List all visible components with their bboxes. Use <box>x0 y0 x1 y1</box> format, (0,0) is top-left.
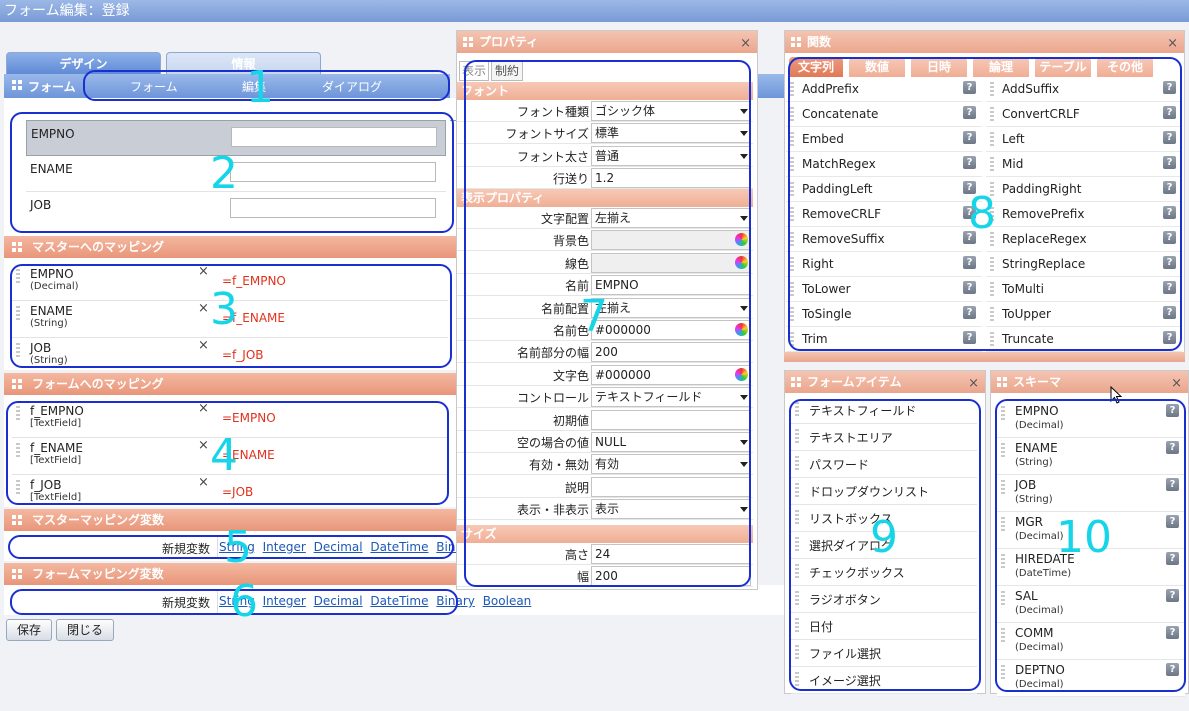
grip-icon <box>463 37 473 47</box>
grip-icon <box>997 377 1007 387</box>
form-items-header[interactable]: フォームアイテム × <box>785 371 985 393</box>
master-mapping-header: マスターへのマッピング <box>4 236 456 258</box>
annotation-number: 4 <box>210 430 238 481</box>
grip-icon <box>12 569 22 579</box>
grip-icon <box>791 377 801 387</box>
grip-icon <box>12 379 22 389</box>
close-icon[interactable]: × <box>1171 373 1182 395</box>
annotation-number: 9 <box>870 512 898 563</box>
master-vars-title: マスターマッピング変数 <box>32 513 165 527</box>
add-boolean-var-link[interactable]: Boolean <box>483 594 532 608</box>
annotation-number: 10 <box>1056 512 1112 563</box>
form-mapping-header: フォームへのマッピング <box>4 373 456 395</box>
annotation-number: 6 <box>230 576 258 627</box>
form-mapping-title: フォームへのマッピング <box>32 377 164 391</box>
close-icon[interactable]: × <box>740 33 751 55</box>
annotation-number: 1 <box>246 62 274 113</box>
functions-header[interactable]: 関数 × <box>785 31 1184 53</box>
schema-title: スキーマ <box>1013 375 1062 389</box>
grip-icon <box>791 37 801 47</box>
properties-header[interactable]: プロパティ × <box>457 31 757 53</box>
form-section-title: フォーム <box>28 80 76 94</box>
master-mapping-title: マスターへのマッピング <box>32 240 165 254</box>
annotation-number: 7 <box>580 291 608 342</box>
close-icon[interactable]: × <box>968 373 979 395</box>
window-title: フォーム編集：登録 <box>0 0 1189 22</box>
form-items-title: フォームアイテム <box>807 375 902 389</box>
save-button[interactable]: 保存 <box>6 619 52 641</box>
grip-icon <box>12 242 22 252</box>
grip-icon <box>12 515 22 525</box>
functions-title: 関数 <box>807 35 832 49</box>
grip-icon <box>12 80 22 90</box>
schema-header[interactable]: スキーマ × <box>991 371 1188 393</box>
annotation-number: 8 <box>968 188 996 239</box>
annotation-number: 5 <box>224 522 252 573</box>
annotation-number: 3 <box>210 284 238 335</box>
close-button[interactable]: 閉じる <box>56 619 114 641</box>
functions-resize-bar[interactable] <box>784 352 1185 362</box>
form-vars-title: フォームマッピング変数 <box>32 567 164 581</box>
close-icon[interactable]: × <box>1167 33 1178 55</box>
properties-title: プロパティ <box>479 35 539 49</box>
annotation-number: 2 <box>210 148 238 199</box>
